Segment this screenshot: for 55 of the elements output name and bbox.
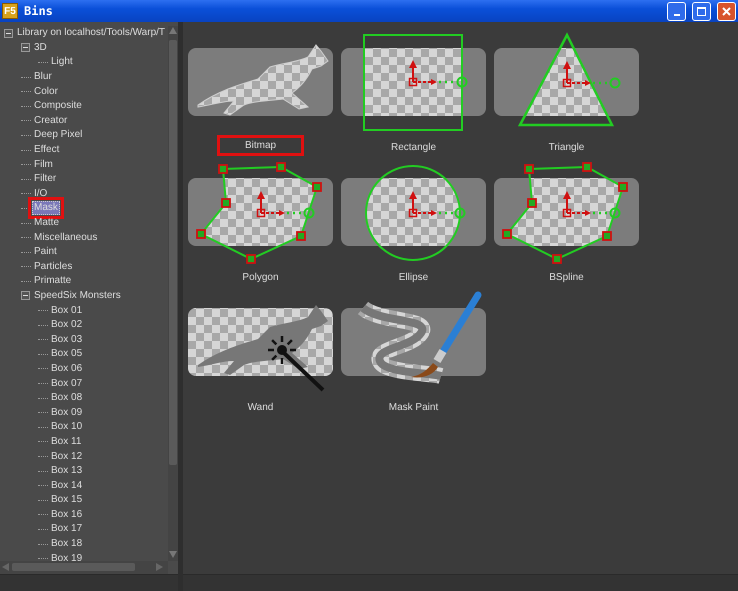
tree-item[interactable]: Box 14	[49, 478, 84, 493]
tree-item[interactable]: Matte	[32, 216, 62, 230]
tree-item[interactable]: Effect	[32, 143, 62, 158]
app-icon: F5	[2, 3, 18, 19]
close-icon	[722, 6, 731, 16]
tree-item[interactable]: Color	[32, 84, 60, 99]
tile-label: Bitmap	[220, 138, 302, 153]
tile-label: Rectangle	[390, 141, 436, 155]
tree-item[interactable]: Box 07	[49, 376, 84, 391]
tile-label: Ellipse	[398, 271, 428, 285]
tree-item[interactable]: Library on localhost/Tools/Warp/T	[15, 26, 168, 40]
tree-item[interactable]: Particles	[32, 260, 74, 274]
tree-item[interactable]: Box 18	[49, 537, 84, 552]
tree-item[interactable]: Box 19	[49, 552, 84, 561]
tile-label: Polygon	[242, 271, 279, 285]
window-title: Bins	[24, 4, 54, 18]
minimize-icon	[674, 14, 680, 16]
tree-item[interactable]: Box 09	[49, 406, 84, 420]
tree-item[interactable]: Box 16	[49, 508, 84, 522]
tree-item[interactable]: Deep Pixel	[32, 128, 84, 142]
collapse-toggle-icon[interactable]	[4, 28, 13, 38]
tree-item[interactable]: Miscellaneous	[32, 230, 100, 245]
tile-label: Wand	[248, 401, 274, 415]
tree-item[interactable]: Box 10	[49, 420, 84, 434]
tree-item[interactable]: Paint	[32, 245, 59, 260]
tree-item[interactable]: Box 08	[49, 391, 84, 406]
tree-item[interactable]: Composite	[32, 99, 84, 114]
tree-item[interactable]: Box 05	[49, 347, 84, 362]
tree-item[interactable]: Film	[32, 158, 55, 172]
tree-item[interactable]: Box 17	[49, 522, 84, 536]
tree-item[interactable]: Box 15	[49, 493, 84, 508]
tree-item[interactable]: Light	[49, 55, 75, 70]
tree-item[interactable]: SpeedSix Monsters	[32, 288, 123, 303]
tree-item[interactable]: Box 11	[49, 434, 84, 449]
maximize-button[interactable]	[692, 2, 711, 20]
tree-item[interactable]: Box 13	[49, 464, 84, 478]
collapse-toggle-icon[interactable]	[21, 291, 30, 300]
minimize-button[interactable]	[667, 2, 686, 20]
tree-item[interactable]: Primatte	[32, 274, 74, 288]
tile-label: Mask Paint	[388, 401, 438, 415]
tree-item[interactable]: 3D	[32, 40, 49, 55]
tree-item[interactable]: Filter	[32, 172, 58, 186]
tree-item[interactable]: Box 06	[49, 362, 84, 376]
tree-item[interactable]: Box 12	[49, 450, 84, 464]
close-button[interactable]	[717, 2, 736, 20]
tree-item[interactable]: Box 01	[49, 304, 84, 318]
collapse-toggle-icon[interactable]	[21, 43, 30, 52]
tree-item[interactable]: Blur	[32, 70, 54, 84]
tree-item[interactable]: Creator	[32, 114, 70, 128]
maximize-icon	[697, 6, 706, 16]
tree-item[interactable]: Box 02	[49, 318, 84, 332]
tree-item[interactable]: Box 03	[49, 332, 84, 347]
tile-label: BSpline	[549, 271, 584, 285]
tile-label: Triangle	[548, 141, 584, 155]
tree-item[interactable]: I/O	[32, 186, 50, 201]
